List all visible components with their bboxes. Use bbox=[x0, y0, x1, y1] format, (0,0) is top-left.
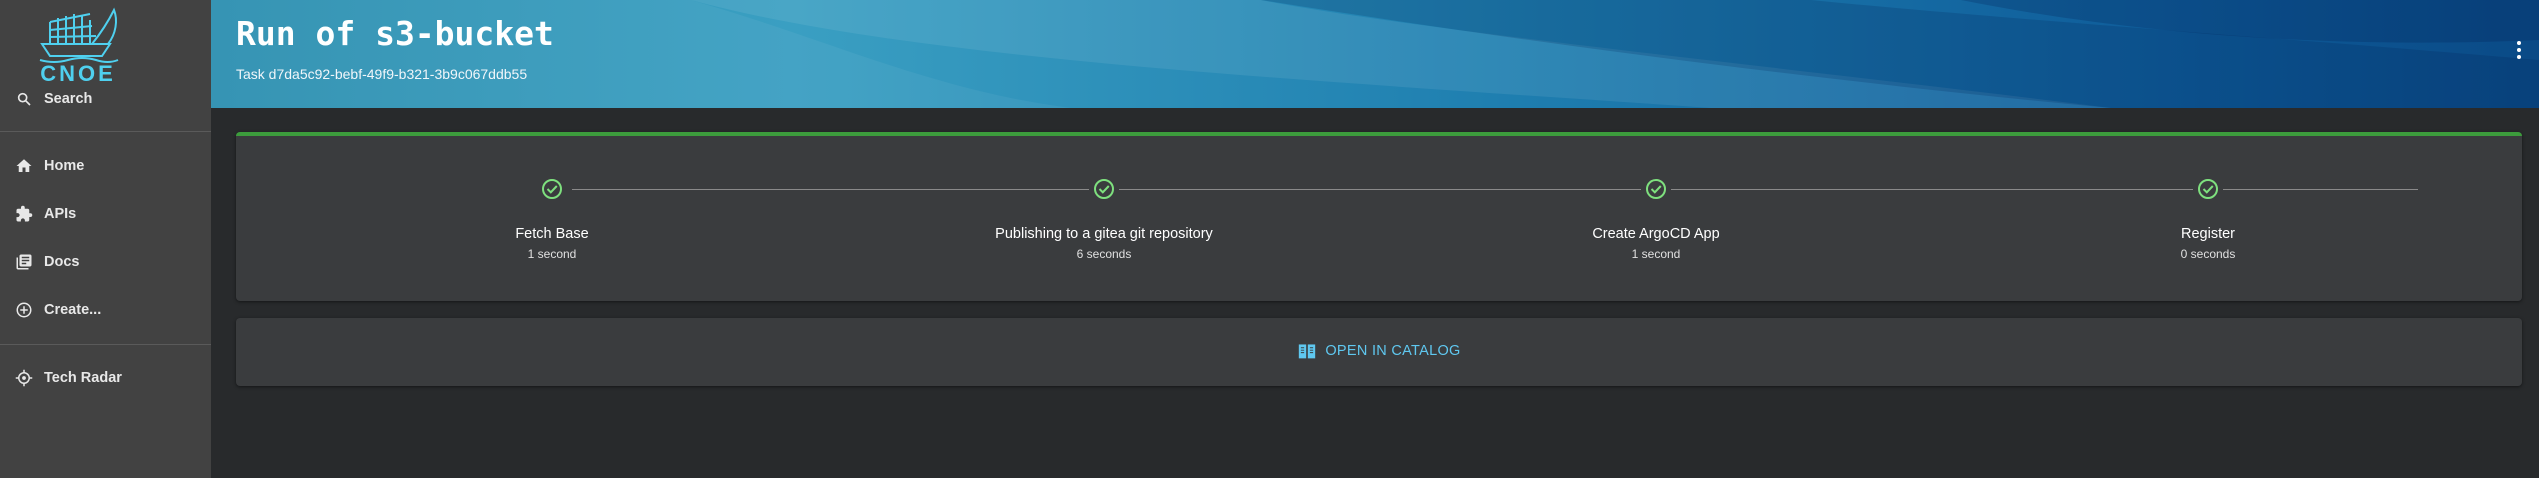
docs-icon bbox=[14, 252, 34, 272]
sidebar-item-docs[interactable]: Docs bbox=[0, 242, 211, 282]
page-header: Run of s3-bucket Task d7da5c92-bebf-49f9… bbox=[211, 0, 2539, 108]
catalog-book-icon bbox=[1299, 344, 1316, 359]
sidebar-item-label: Tech Radar bbox=[44, 370, 122, 386]
sidebar-item-create[interactable]: Create... bbox=[0, 290, 211, 330]
progress-bar bbox=[236, 132, 2522, 136]
page-title: Run of s3-bucket bbox=[236, 14, 554, 53]
cnoe-logo[interactable]: CNOE bbox=[22, 4, 134, 84]
task-steps-card: Fetch Base 1 second Publishing to a gite… bbox=[236, 132, 2522, 301]
task-id: Task d7da5c92-bebf-49f9-b321-3b9c067ddb5… bbox=[236, 66, 528, 82]
sidebar-divider bbox=[0, 131, 211, 132]
kebab-dot-icon bbox=[2517, 41, 2521, 45]
sidebar-item-label: Home bbox=[44, 158, 85, 174]
sidebar-item-label: APIs bbox=[44, 206, 77, 222]
step-label: Publishing to a gitea git repository bbox=[995, 226, 1213, 242]
check-circle-icon bbox=[2193, 174, 2223, 204]
sidebar: CNOE Search Home APIs Docs Create... Tec… bbox=[0, 0, 211, 478]
home-icon bbox=[14, 156, 34, 176]
step-label: Fetch Base bbox=[515, 226, 589, 242]
step-duration: 1 second bbox=[1631, 247, 1681, 261]
kebab-dot-icon bbox=[2517, 48, 2521, 52]
step-label: Create ArgoCD App bbox=[1592, 226, 1720, 242]
search-icon bbox=[14, 89, 34, 109]
check-circle-icon bbox=[537, 174, 567, 204]
puzzle-icon bbox=[14, 204, 34, 224]
check-circle-icon bbox=[1089, 174, 1119, 204]
add-circle-icon bbox=[14, 300, 34, 320]
radar-icon bbox=[14, 368, 34, 388]
step-register: Register 0 seconds bbox=[2008, 174, 2408, 261]
sidebar-search[interactable]: Search bbox=[0, 79, 211, 119]
step-label: Register bbox=[2181, 226, 2235, 242]
check-circle-icon bbox=[1641, 174, 1671, 204]
open-in-catalog-label: OPEN IN CATALOG bbox=[1325, 343, 1461, 359]
header-wave-decoration bbox=[211, 0, 2539, 108]
sidebar-item-label: Docs bbox=[44, 254, 80, 270]
step-publish-gitea: Publishing to a gitea git repository 6 s… bbox=[904, 174, 1304, 261]
sidebar-item-home[interactable]: Home bbox=[0, 146, 211, 186]
sidebar-item-apis[interactable]: APIs bbox=[0, 194, 211, 234]
catalog-links-card: OPEN IN CATALOG bbox=[236, 318, 2522, 386]
sidebar-search-label: Search bbox=[44, 91, 93, 107]
sidebar-item-label: Create... bbox=[44, 302, 102, 318]
sidebar-item-tech-radar[interactable]: Tech Radar bbox=[0, 358, 211, 398]
step-create-argocd-app: Create ArgoCD App 1 second bbox=[1456, 174, 1856, 261]
more-options-button[interactable] bbox=[2513, 38, 2525, 64]
step-duration: 0 seconds bbox=[2180, 247, 2236, 261]
sidebar-divider bbox=[0, 344, 211, 345]
step-duration: 1 second bbox=[527, 247, 577, 261]
step-duration: 6 seconds bbox=[1076, 247, 1132, 261]
kebab-dot-icon bbox=[2517, 55, 2521, 59]
open-in-catalog-button[interactable]: OPEN IN CATALOG bbox=[236, 342, 2522, 360]
step-fetch-base: Fetch Base 1 second bbox=[352, 174, 752, 261]
